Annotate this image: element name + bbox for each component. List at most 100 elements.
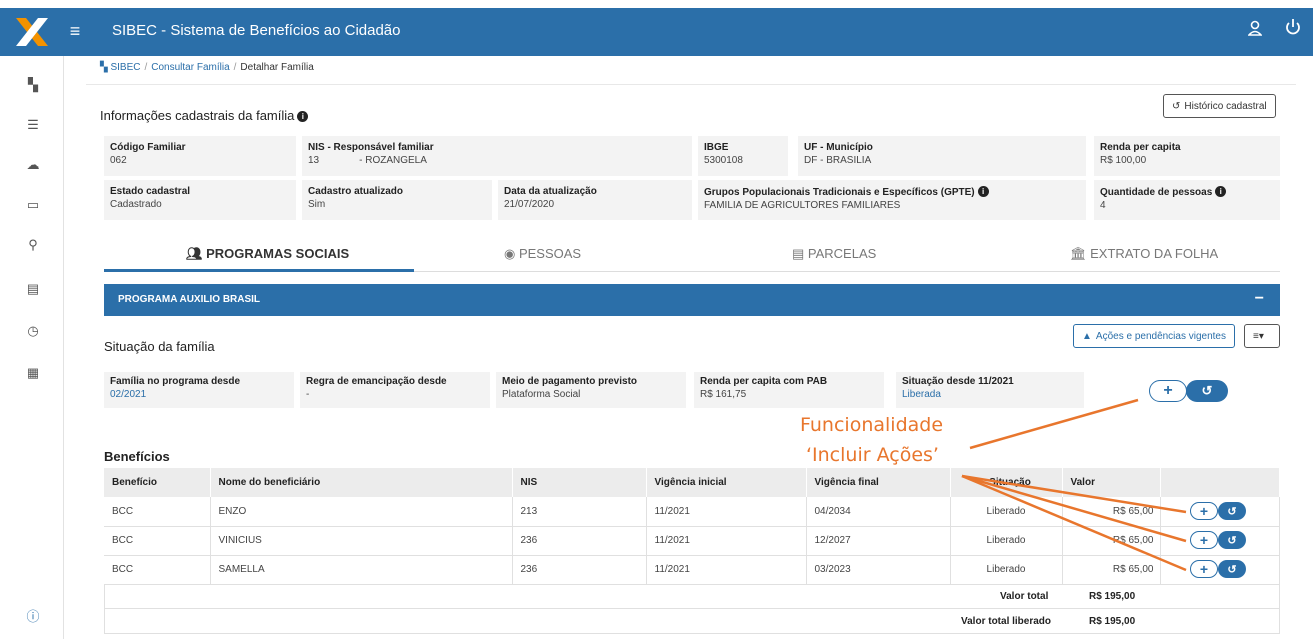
options-menu-button[interactable]: ≡▾ bbox=[1244, 324, 1280, 348]
cell-vig-ini: 11/2021 bbox=[646, 497, 807, 527]
breadcrumb-consultar[interactable]: Consultar Família bbox=[151, 62, 229, 73]
breadcrumb: ▚ SIBEC / Consultar Família / Detalhar Famíl… bbox=[100, 62, 314, 73]
cell-vig-fim: 04/2034 bbox=[806, 497, 951, 527]
field-data-atualizacao: Data da atualização 21/07/2020 bbox=[498, 180, 692, 220]
cell-vig-ini: 11/2021 bbox=[646, 526, 807, 556]
table-row: BCC ENZO 213 11/2021 04/2034 Liberado R$… bbox=[104, 497, 1280, 527]
historico-row-button[interactable]: ↺ bbox=[1218, 531, 1246, 549]
calendar-icon[interactable]: ▤ bbox=[24, 280, 42, 298]
tab-pessoas[interactable]: ◉ PESSOAS bbox=[504, 246, 581, 262]
incluir-acao-row-button[interactable]: + bbox=[1190, 531, 1218, 549]
valor-total-value: R$ 195,00 bbox=[1089, 591, 1136, 602]
collapse-icon[interactable]: − bbox=[1255, 290, 1264, 308]
beneficios-title: Benefícios bbox=[104, 449, 170, 464]
history-icon: ↺ bbox=[1172, 100, 1181, 112]
incluir-acao-row-button[interactable]: + bbox=[1190, 560, 1218, 578]
tab-extrato-folha[interactable]: 🏛︎ EXTRATO DA FOLHA bbox=[1070, 246, 1218, 262]
col-vigencia-inicial: Vigência inicial bbox=[646, 468, 807, 497]
tab-bar: 👥︎ PROGRAMAS SOCIAIS ◉ PESSOAS ▤ PARCELA… bbox=[104, 240, 1280, 272]
bank-icon: 🏛︎ bbox=[1070, 246, 1091, 261]
col-actions bbox=[1160, 468, 1280, 497]
alarm-icon[interactable]: ◷ bbox=[24, 322, 42, 340]
incluir-acao-family-button[interactable]: + bbox=[1149, 380, 1187, 402]
acoes-pendencias-button[interactable]: ▲ Ações e pendências vigentes bbox=[1073, 324, 1235, 348]
col-beneficio: Benefício bbox=[104, 468, 211, 497]
field-regra-emancipacao: Regra de emancipação desde - bbox=[300, 372, 490, 408]
cell-situacao: Liberado bbox=[950, 497, 1063, 527]
incluir-acao-row-button[interactable]: + bbox=[1190, 502, 1218, 520]
breadcrumb-home-icon: ▚ bbox=[100, 62, 111, 73]
cell-beneficio: BCC bbox=[104, 497, 211, 527]
user-icon[interactable] bbox=[1247, 20, 1263, 41]
list-icon[interactable]: ☰ bbox=[24, 116, 42, 134]
col-nis: NIS bbox=[512, 468, 647, 497]
history-icon: ↺ bbox=[1227, 505, 1237, 518]
cell-valor: R$ 65,00 bbox=[1062, 497, 1161, 527]
info-icon[interactable]: ⓘ bbox=[24, 608, 42, 626]
table-row: BCC SAMELLA 236 11/2021 03/2023 Liberado… bbox=[104, 555, 1280, 585]
program-header[interactable]: PROGRAMA AUXILIO BRASIL − bbox=[104, 284, 1280, 316]
field-nis-responsavel: NIS - Responsável familiar 13- ROZANGELA bbox=[302, 136, 692, 176]
cell-vig-fim: 12/2027 bbox=[806, 526, 951, 556]
cell-beneficio: BCC bbox=[104, 526, 211, 556]
valor-liberado-row: Valor total liberado R$ 195,00 bbox=[104, 609, 1280, 634]
valor-total-row: Valor total R$ 195,00 bbox=[104, 584, 1280, 609]
valor-liberado-label: Valor total liberado bbox=[961, 616, 1052, 627]
valor-liberado-value: R$ 195,00 bbox=[1089, 616, 1136, 627]
history-icon: ↺ bbox=[1227, 534, 1237, 547]
people-icon: 👥︎ bbox=[186, 246, 207, 261]
col-valor: Valor bbox=[1062, 468, 1161, 497]
situacao-title: Situação da família bbox=[104, 339, 215, 354]
cell-nis: 213 bbox=[512, 497, 647, 527]
field-situacao-desde: Situação desde 11/2021 Liberada bbox=[896, 372, 1084, 408]
search-icon[interactable]: ⚲ bbox=[24, 236, 42, 254]
cell-nome: SAMELLA bbox=[210, 555, 513, 585]
plus-icon: + bbox=[1199, 503, 1209, 519]
breadcrumb-current: Detalhar Família bbox=[240, 62, 314, 73]
list-icon: ▤ bbox=[792, 246, 808, 261]
info-icon[interactable]: i bbox=[1215, 186, 1227, 197]
sidebar: ▚ ☰ ☁ ▭ ⚲ ▤ ◷ ▦ ⓘ bbox=[0, 56, 64, 639]
historico-row-button[interactable]: ↺ bbox=[1218, 560, 1246, 578]
cell-vig-fim: 03/2023 bbox=[806, 555, 951, 585]
historico-family-button[interactable]: ↺ bbox=[1186, 380, 1228, 402]
program-title: PROGRAMA AUXILIO BRASIL bbox=[118, 294, 261, 305]
info-icon[interactable]: i bbox=[977, 186, 989, 197]
info-icon[interactable]: i bbox=[297, 111, 309, 122]
active-tab-indicator bbox=[104, 269, 414, 272]
field-meio-pagamento: Meio de pagamento previsto Plataforma Soc… bbox=[496, 372, 686, 408]
cell-nis: 236 bbox=[512, 555, 647, 585]
dashboard-icon[interactable]: ▚ bbox=[24, 76, 42, 94]
annotation-line2: ‘Incluir Ações’ bbox=[806, 444, 939, 466]
field-ibge: IBGE 5300108 bbox=[698, 136, 788, 176]
warning-icon: ▲ bbox=[1082, 330, 1092, 342]
cell-beneficio: BCC bbox=[104, 555, 211, 585]
history-icon: ↺ bbox=[1227, 563, 1237, 576]
field-uf-municipio: UF - Município DF - BRASILIA bbox=[798, 136, 1086, 176]
table-icon[interactable]: ▦ bbox=[24, 364, 42, 382]
field-codigo-familiar: Código Familiar 062 bbox=[104, 136, 296, 176]
beneficios-table: Benefício Nome do beneficiário NIS Vigên… bbox=[104, 468, 1280, 585]
cloud-upload-icon[interactable]: ☁ bbox=[24, 156, 42, 174]
historico-cadastral-button[interactable]: ↺ Histórico cadastral bbox=[1163, 94, 1276, 118]
historico-row-button[interactable]: ↺ bbox=[1218, 502, 1246, 520]
cell-vig-ini: 11/2021 bbox=[646, 555, 807, 585]
field-programa-desde: Família no programa desde 02/2021 bbox=[104, 372, 294, 408]
tab-parcelas[interactable]: ▤ PARCELAS bbox=[792, 246, 876, 262]
field-gpte: Grupos Populacionais Tradicionais e Espe… bbox=[698, 180, 1086, 220]
field-estado-cadastral: Estado cadastral Cadastrado bbox=[104, 180, 296, 220]
field-cadastro-atualizado: Cadastro atualizado Sim bbox=[302, 180, 492, 220]
caixa-logo-icon bbox=[16, 18, 48, 46]
hamburger-menu-icon[interactable]: ≡ bbox=[64, 20, 86, 42]
power-icon[interactable] bbox=[1285, 18, 1301, 41]
folder-icon[interactable]: ▭ bbox=[24, 196, 42, 214]
table-header-row: Benefício Nome do beneficiário NIS Vigên… bbox=[104, 468, 1280, 497]
plus-icon: + bbox=[1199, 561, 1209, 577]
valor-total-label: Valor total bbox=[1000, 591, 1049, 602]
tab-programas-sociais[interactable]: 👥︎ PROGRAMAS SOCIAIS bbox=[186, 246, 349, 262]
annotation-line1: Funcionalidade bbox=[800, 414, 944, 436]
breadcrumb-sibec[interactable]: SIBEC bbox=[110, 62, 140, 73]
cell-nome: VINICIUS bbox=[210, 526, 513, 556]
field-renda-per-capita: Renda per capita R$ 100,00 bbox=[1094, 136, 1280, 176]
cell-valor: R$ 65,00 bbox=[1062, 526, 1161, 556]
